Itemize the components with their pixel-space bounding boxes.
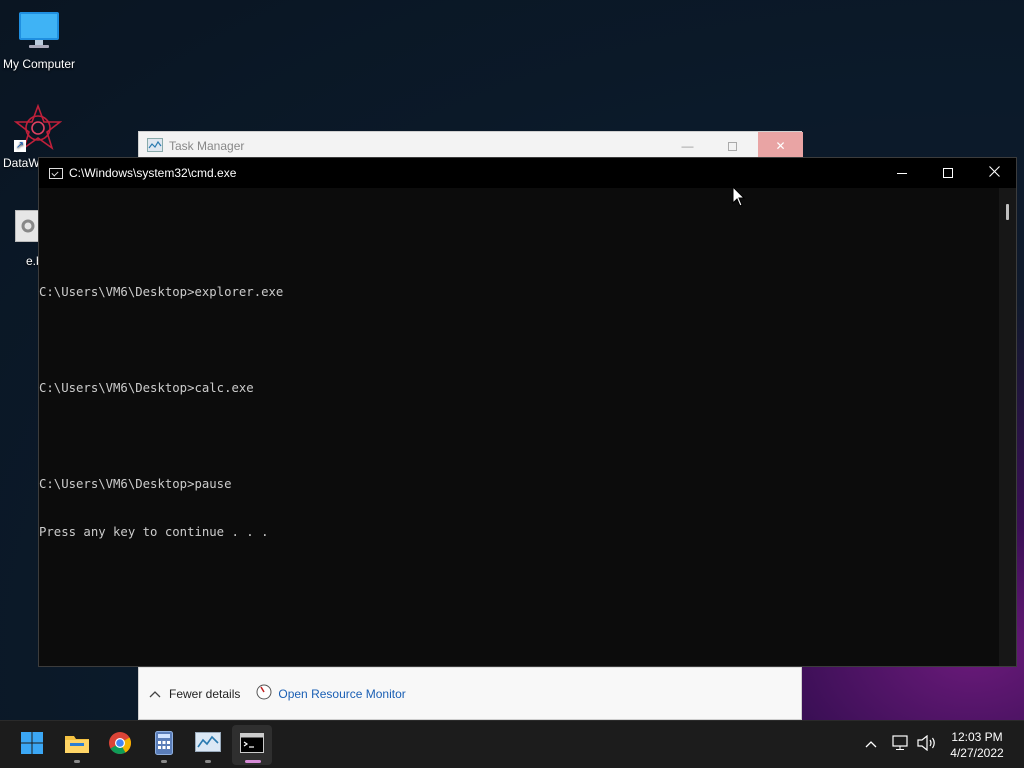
console-line: Press any key to continue . . .	[39, 525, 269, 539]
file-explorer-icon	[64, 732, 90, 759]
calculator-icon	[155, 730, 173, 760]
running-indicator	[205, 760, 211, 763]
chevron-up-icon	[149, 687, 161, 701]
close-button[interactable]	[971, 158, 1017, 188]
open-resource-monitor-label: Open Resource Monitor	[278, 686, 406, 701]
clock-date: 4/27/2022	[950, 746, 1004, 760]
maximize-button[interactable]	[710, 132, 755, 160]
desktop-icon-label: DataW	[3, 156, 40, 170]
clock-button[interactable]: 12:03 PM 4/27/2022	[942, 729, 1012, 761]
taskbar-chrome[interactable]	[100, 725, 140, 765]
task-manager-icon	[195, 731, 221, 759]
minimize-icon	[897, 172, 907, 174]
desktop-icon-label: My Computer	[2, 57, 76, 71]
desktop-icon-my-computer[interactable]: My Computer	[0, 10, 78, 71]
cmd-titlebar[interactable]: C:\Windows\system32\cmd.exe	[39, 158, 1016, 188]
fewer-details-label: Fewer details	[169, 686, 241, 701]
console-output[interactable]: C:\Users\VM6\Desktop>explorer.exe C:\Use…	[39, 188, 1001, 666]
resource-monitor-icon	[256, 684, 272, 703]
minimize-icon: —	[681, 139, 694, 153]
scrollbar-thumb[interactable]	[1006, 204, 1009, 220]
taskbar-task-manager[interactable]	[188, 725, 228, 765]
minimize-button[interactable]: —	[665, 132, 710, 160]
volume-button[interactable]	[917, 721, 937, 768]
maximize-icon	[728, 141, 737, 151]
taskbar-cmd[interactable]	[232, 725, 272, 765]
taskbar-calculator[interactable]	[144, 725, 184, 765]
active-indicator	[245, 760, 261, 763]
speaker-icon	[917, 734, 937, 756]
shortcut-arrow-icon: ↗	[14, 140, 26, 152]
start-button[interactable]	[12, 725, 52, 765]
running-indicator	[161, 760, 167, 763]
monitor-icon	[0, 10, 78, 53]
fewer-details-button[interactable]: Fewer details	[149, 687, 240, 701]
cmd-icon	[240, 732, 264, 758]
show-hidden-icons-button[interactable]	[864, 721, 878, 768]
cmd-title: C:\Windows\system32\cmd.exe	[69, 166, 237, 180]
task-manager-title: Task Manager	[169, 139, 245, 153]
chevron-up-icon	[864, 736, 878, 754]
close-icon	[988, 164, 1000, 182]
network-button[interactable]	[892, 721, 910, 768]
task-manager-footer: Fewer details Open Resource Monitor	[139, 667, 801, 719]
minimize-button[interactable]	[879, 158, 925, 188]
network-icon	[892, 734, 910, 756]
close-button[interactable]: ✕	[758, 132, 803, 160]
console-line: C:\Users\VM6\Desktop>explorer.exe	[39, 285, 284, 299]
task-manager-icon	[147, 137, 163, 155]
vertical-scrollbar[interactable]	[999, 188, 1016, 666]
mouse-cursor-icon	[732, 185, 746, 213]
windows-start-icon	[20, 731, 44, 760]
taskbar-file-explorer[interactable]	[57, 725, 97, 765]
maximize-icon	[943, 168, 953, 178]
cmd-icon	[49, 167, 63, 179]
chrome-icon	[108, 731, 132, 760]
taskbar: 12:03 PM 4/27/2022	[0, 720, 1024, 768]
maximize-button[interactable]	[925, 158, 971, 188]
close-icon: ✕	[775, 139, 786, 153]
console-line: C:\Users\VM6\Desktop>calc.exe	[39, 381, 254, 395]
running-indicator	[74, 760, 80, 763]
console-line: C:\Users\VM6\Desktop>pause	[39, 477, 232, 491]
open-resource-monitor-link[interactable]: Open Resource Monitor	[256, 684, 406, 703]
cmd-window[interactable]: C:\Windows\system32\cmd.exe C:\Users\VM6…	[38, 157, 1017, 667]
clock-time: 12:03 PM	[951, 730, 1003, 744]
